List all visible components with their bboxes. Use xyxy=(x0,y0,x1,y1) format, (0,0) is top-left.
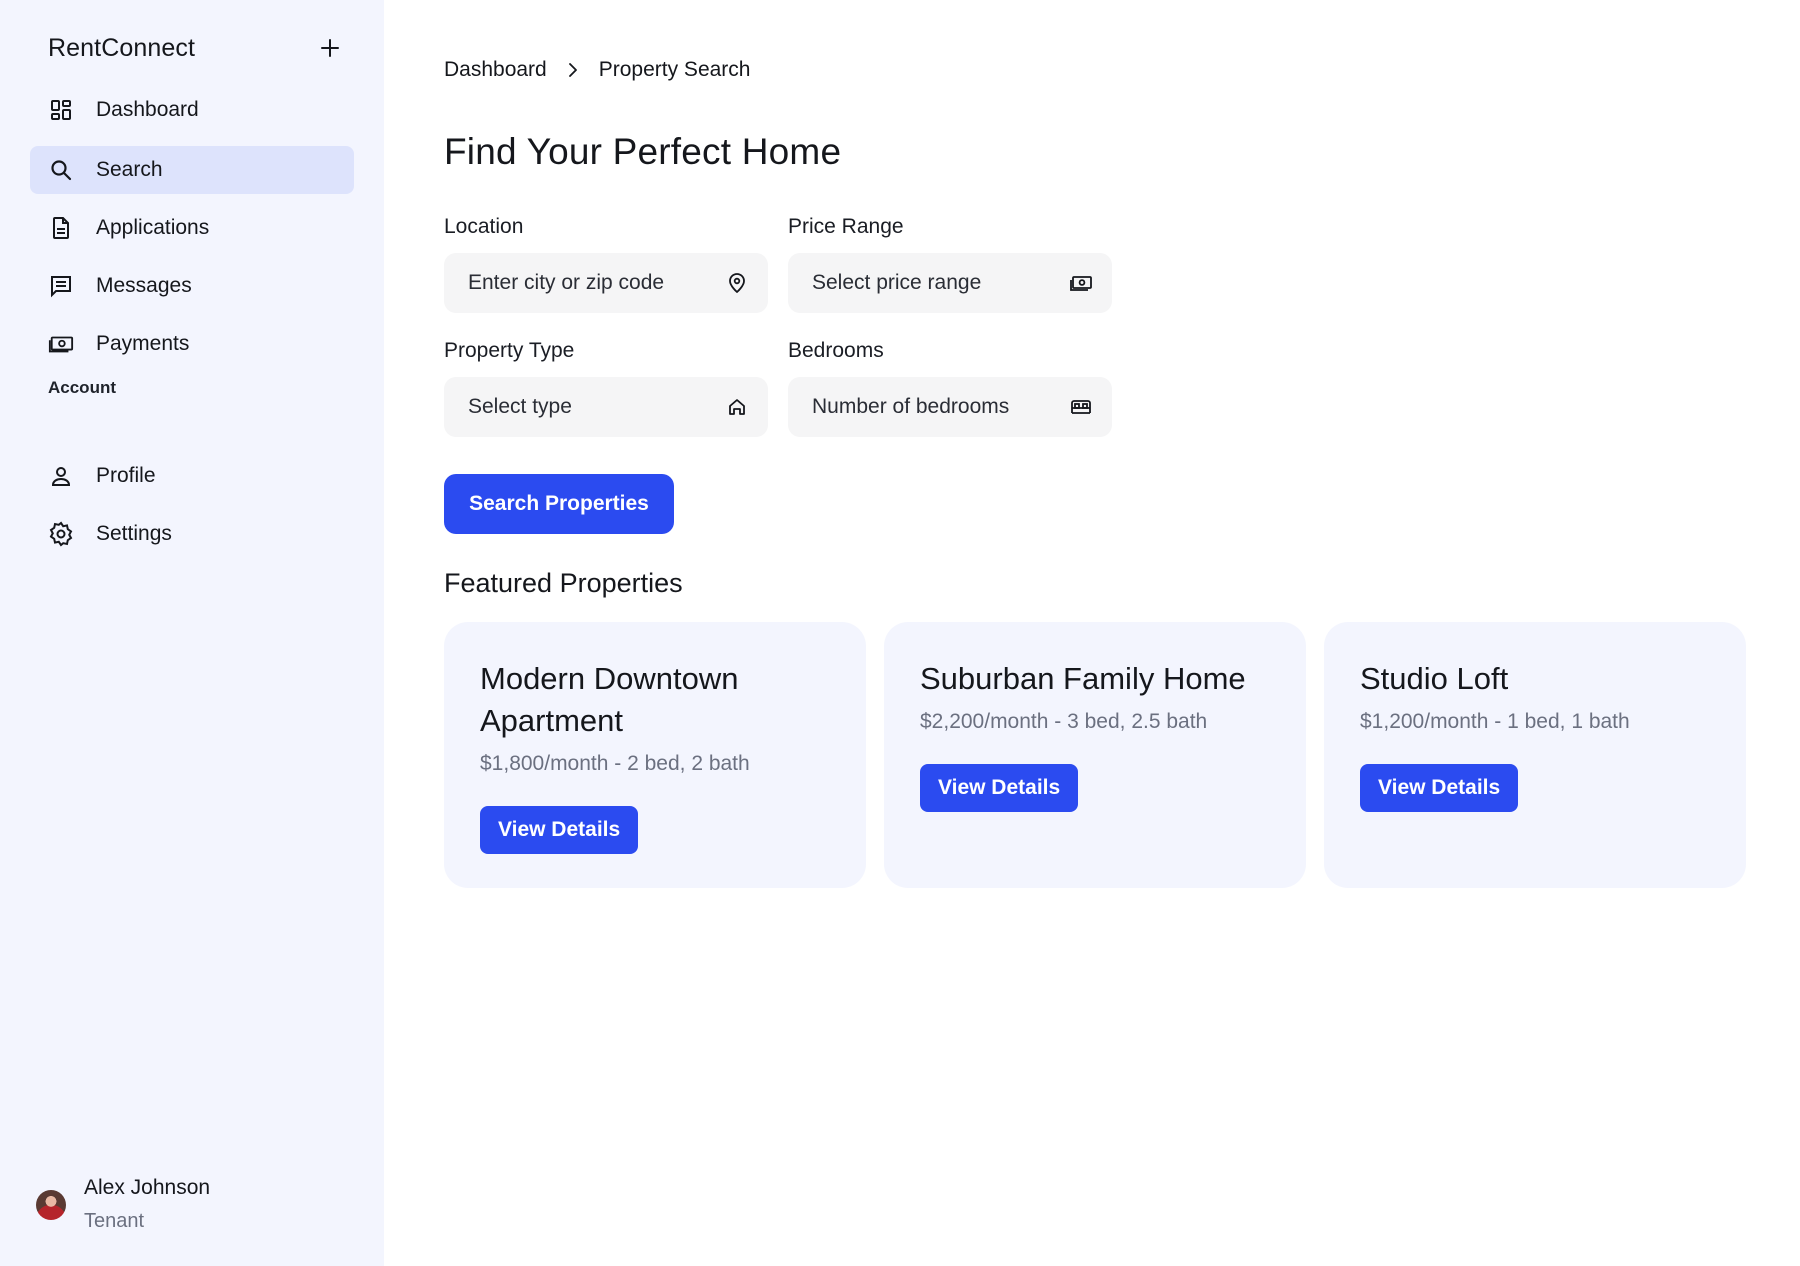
sidebar-item-search[interactable]: Search xyxy=(30,146,354,194)
plus-icon xyxy=(321,39,339,57)
person-icon xyxy=(48,463,74,489)
sidebar-item-label: Applications xyxy=(96,216,210,239)
bed-icon xyxy=(1070,396,1092,418)
sidebar-item-payments[interactable]: Payments xyxy=(30,320,354,368)
dashboard-icon xyxy=(48,97,74,123)
property-meta: $2,200/month - 3 bed, 2.5 bath xyxy=(920,710,1208,733)
sidebar-item-label: Settings xyxy=(96,522,172,545)
price-placeholder: Select price range xyxy=(812,271,982,294)
user-name: Alex Johnson xyxy=(84,1176,211,1199)
sidebar-item-label: Search xyxy=(96,158,163,181)
price-label: Price Range xyxy=(788,215,904,238)
breadcrumb-current: Property Search xyxy=(598,58,751,81)
property-meta: $1,800/month - 2 bed, 2 bath xyxy=(480,752,750,775)
type-placeholder: Select type xyxy=(468,395,572,418)
brand-row: RentConnect xyxy=(48,30,348,66)
avatar xyxy=(36,1189,66,1220)
search-icon xyxy=(48,157,74,183)
property-card: Studio Loft $1,200/month - 1 bed, 1 bath… xyxy=(1324,622,1746,888)
bedrooms-placeholder: Number of bedrooms xyxy=(812,395,1010,418)
map-pin-icon xyxy=(726,272,748,294)
chevron-right-icon xyxy=(567,63,579,77)
location-placeholder: Enter city or zip code xyxy=(468,271,665,294)
view-details-button[interactable]: View Details xyxy=(920,764,1079,812)
property-title: Suburban Family Home xyxy=(920,661,1246,696)
breadcrumb: Dashboard Property Search xyxy=(444,58,750,82)
sidebar: RentConnect Dashboard Search Application… xyxy=(0,0,384,1266)
view-details-button[interactable]: View Details xyxy=(1360,764,1519,812)
view-details-button[interactable]: View Details xyxy=(480,806,639,854)
cash-icon xyxy=(48,331,74,357)
sidebar-item-label: Dashboard xyxy=(96,98,199,121)
sidebar-item-label: Profile xyxy=(96,464,156,487)
user-profile[interactable]: Alex Johnson Tenant xyxy=(36,1176,210,1233)
page-title: Find Your Perfect Home xyxy=(444,131,842,172)
account-section-label: Account xyxy=(48,378,116,397)
search-properties-button[interactable]: Search Properties xyxy=(444,474,674,534)
gear-icon xyxy=(48,521,74,547)
app-title: RentConnect xyxy=(48,33,196,62)
price-range-select[interactable]: Select price range xyxy=(788,253,1112,313)
cash-icon xyxy=(1070,272,1092,294)
bedrooms-label: Bedrooms xyxy=(788,339,884,362)
home-icon xyxy=(726,396,748,418)
property-meta: $1,200/month - 1 bed, 1 bath xyxy=(1360,710,1630,733)
property-title: Modern Downtown Apartment xyxy=(480,661,739,738)
property-type-label: Property Type xyxy=(444,339,575,362)
sidebar-item-label: Messages xyxy=(96,274,192,297)
user-role: Tenant xyxy=(84,1210,145,1232)
location-label: Location xyxy=(444,215,524,238)
add-button[interactable] xyxy=(312,30,348,66)
featured-properties-title: Featured Properties xyxy=(444,568,683,598)
sidebar-item-profile[interactable]: Profile xyxy=(30,452,354,500)
breadcrumb-dashboard[interactable]: Dashboard xyxy=(444,58,547,82)
sidebar-item-dashboard[interactable]: Dashboard xyxy=(30,86,354,134)
sidebar-item-label: Payments xyxy=(96,332,190,355)
document-icon xyxy=(48,215,74,241)
sidebar-item-messages[interactable]: Messages xyxy=(30,262,354,310)
location-input[interactable]: Enter city or zip code xyxy=(444,253,768,313)
property-card: Modern Downtown Apartment $1,800/month -… xyxy=(444,622,866,888)
property-type-select[interactable]: Select type xyxy=(444,377,768,437)
property-title: Studio Loft xyxy=(1360,661,1509,696)
sidebar-item-settings[interactable]: Settings xyxy=(30,510,354,558)
sidebar-item-applications[interactable]: Applications xyxy=(30,204,354,252)
bedrooms-select[interactable]: Number of bedrooms xyxy=(788,377,1112,437)
message-icon xyxy=(48,273,74,299)
property-card: Suburban Family Home $2,200/month - 3 be… xyxy=(884,622,1306,888)
